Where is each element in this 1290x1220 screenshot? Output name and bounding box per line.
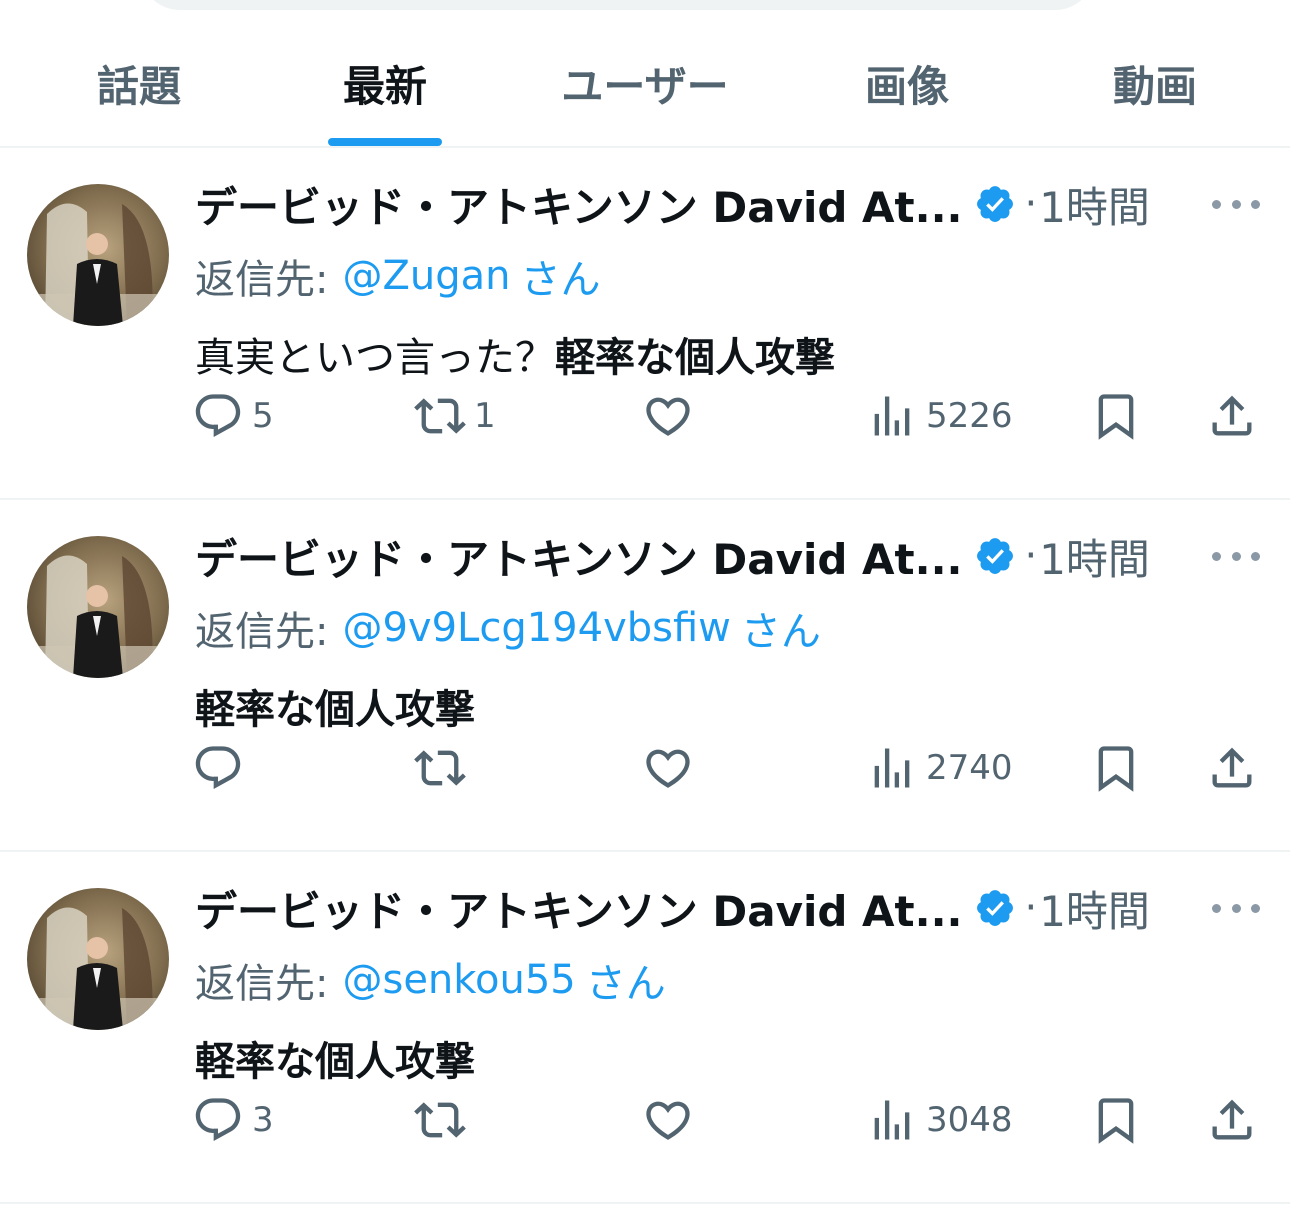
retweet-button[interactable] (414, 738, 474, 798)
tweet-text-bold: 軽率な個人攻撃 (195, 687, 475, 733)
view-count: 5226 (926, 396, 1013, 436)
view-count: 2740 (926, 748, 1013, 788)
reply-count: 5 (252, 396, 274, 436)
retweet-button[interactable] (414, 1090, 474, 1150)
reply-context: 返信先: @senkou55 さん (195, 952, 666, 1008)
views-button[interactable]: 5226 (866, 386, 1013, 446)
like-button[interactable] (642, 1090, 702, 1150)
share-button[interactable] (1206, 738, 1258, 798)
tweet-actions: 3 3048 (0, 1090, 1290, 1150)
verified-badge-icon (977, 890, 1014, 926)
bookmark-icon (1098, 746, 1134, 792)
reply-button[interactable]: 5 (192, 386, 274, 446)
more-dots-icon[interactable] (1212, 192, 1260, 216)
search-bar-remnant[interactable] (140, 0, 1095, 10)
retweet-button[interactable]: 1 (414, 386, 496, 446)
share-button[interactable] (1206, 386, 1258, 446)
bookmark-icon (1098, 394, 1134, 440)
tab-topics[interactable]: 話題 (14, 20, 264, 146)
tweet-time[interactable]: 1時間 (1039, 526, 1150, 587)
share-button[interactable] (1206, 1090, 1258, 1150)
author-name[interactable]: デービッド・アトキンソン David At... (195, 174, 962, 235)
retweet-count: 1 (474, 396, 496, 436)
bookmark-button[interactable] (1090, 386, 1142, 446)
bar-chart-icon (874, 396, 910, 436)
reply-to-label: 返信先: (195, 257, 329, 303)
tab-images[interactable]: 画像 (782, 20, 1032, 146)
tweet-text-bold: 軽率な個人攻撃 (555, 335, 835, 381)
share-upload-icon (1212, 1099, 1252, 1140)
like-button[interactable] (642, 738, 702, 798)
separator-dot: · (1024, 533, 1038, 579)
tweet-time[interactable]: 1時間 (1039, 174, 1150, 235)
retweet-arrows-icon (414, 1102, 466, 1138)
retweet-arrows-icon (414, 750, 466, 786)
view-count: 3048 (926, 1100, 1013, 1140)
reply-to-label: 返信先: (195, 961, 329, 1007)
retweet-arrows-icon (414, 398, 466, 434)
heart-icon (646, 1101, 690, 1140)
reply-to-handle[interactable]: @9v9Lcg194vbsfiw (342, 605, 730, 651)
verified-badge-icon (977, 538, 1014, 574)
reply-context: 返信先: @Zugan さん (195, 248, 601, 304)
views-button[interactable]: 2740 (866, 738, 1013, 798)
tab-users[interactable]: ユーザー (520, 20, 770, 146)
bookmark-button[interactable] (1090, 1090, 1142, 1150)
reply-to-handle[interactable]: @senkou55 (342, 957, 575, 1003)
active-tab-indicator (328, 138, 442, 146)
heart-icon (646, 397, 690, 436)
share-upload-icon (1212, 747, 1252, 788)
tweet-time[interactable]: 1時間 (1039, 878, 1150, 939)
bookmark-button[interactable] (1090, 738, 1142, 798)
reply-to-label: 返信先: (195, 609, 329, 655)
avatar[interactable] (27, 184, 169, 326)
reply-to-suffix: さん (740, 609, 821, 655)
avatar[interactable] (27, 888, 169, 1030)
tweet-actions: 2740 (0, 738, 1290, 798)
author-name[interactable]: デービッド・アトキンソン David At... (195, 526, 962, 587)
tab-latest[interactable]: 最新 (260, 20, 510, 146)
tweet-text: 真実といつ言った？ 軽率な個人攻撃 (195, 324, 835, 384)
bar-chart-icon (874, 1100, 910, 1140)
speech-bubble-icon (195, 746, 241, 790)
share-upload-icon (1212, 395, 1252, 436)
avatar[interactable] (27, 536, 169, 678)
more-dots-icon[interactable] (1212, 544, 1260, 568)
tweet-header: デービッド・アトキンソン David At... · 1時間 (195, 880, 1195, 936)
reply-to-suffix: さん (520, 257, 601, 303)
tweet[interactable]: デービッド・アトキンソン David At... · 1時間 返信先: @sen… (0, 852, 1290, 1204)
verified-badge-icon (977, 186, 1014, 222)
heart-icon (646, 749, 690, 788)
speech-bubble-icon (195, 394, 241, 438)
reply-to-suffix: さん (585, 961, 666, 1007)
tweet-actions: 5 1 5226 (0, 386, 1290, 446)
author-name[interactable]: デービッド・アトキンソン David At... (195, 878, 962, 939)
like-button[interactable] (642, 386, 702, 446)
bookmark-icon (1098, 1098, 1134, 1144)
reply-button[interactable] (192, 738, 252, 798)
tab-videos[interactable]: 動画 (1030, 20, 1280, 146)
tweet-header: デービッド・アトキンソン David At... · 1時間 (195, 176, 1195, 232)
separator-dot: · (1024, 885, 1038, 931)
separator-dot: · (1024, 181, 1038, 227)
tweet-text: 軽率な個人攻撃 (195, 1028, 475, 1088)
speech-bubble-icon (195, 1098, 241, 1142)
bar-chart-icon (874, 748, 910, 788)
reply-context: 返信先: @9v9Lcg194vbsfiw さん (195, 600, 821, 656)
reply-button[interactable]: 3 (192, 1090, 274, 1150)
tweet[interactable]: デービッド・アトキンソン David At... · 1時間 返信先: @9v9… (0, 500, 1290, 852)
reply-to-handle[interactable]: @Zugan (342, 253, 510, 299)
reply-count: 3 (252, 1100, 274, 1140)
tweet-text: 軽率な個人攻撃 (195, 676, 475, 736)
tweet-header: デービッド・アトキンソン David At... · 1時間 (195, 528, 1195, 584)
search-tabs: 話題 最新 ユーザー 画像 動画 (0, 20, 1290, 148)
views-button[interactable]: 3048 (866, 1090, 1013, 1150)
tweet-text-regular: 真実といつ言った？ (195, 335, 555, 381)
tweet-text-bold: 軽率な個人攻撃 (195, 1039, 475, 1085)
more-dots-icon[interactable] (1212, 896, 1260, 920)
tweet[interactable]: デービッド・アトキンソン David At... · 1時間 返信先: @Zug… (0, 148, 1290, 500)
